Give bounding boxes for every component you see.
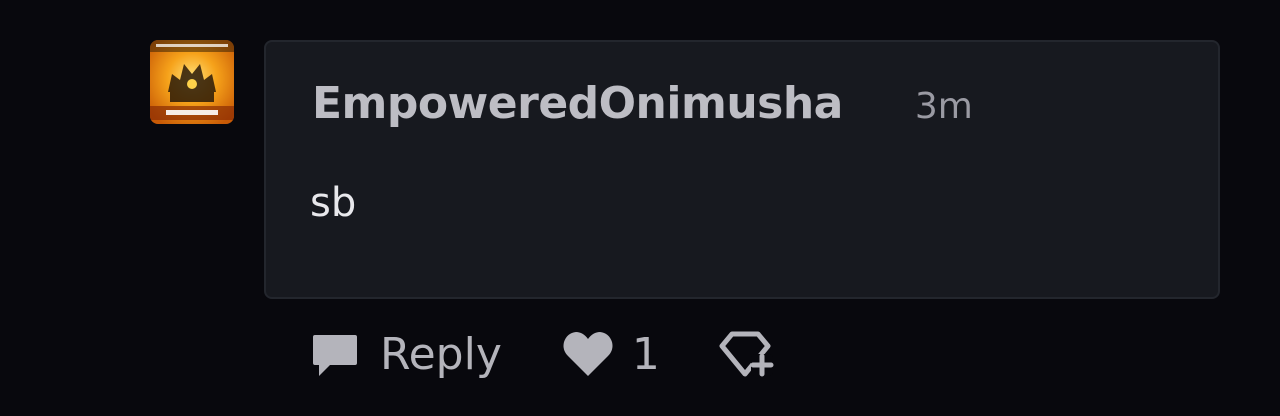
reply-label: Reply: [380, 328, 502, 380]
add-award-tag-icon: [719, 331, 774, 377]
comment-thread: EmpoweredOnimusha 3m sb Reply 1: [0, 0, 1280, 416]
comment-body: sb: [310, 180, 357, 226]
reply-bubble-icon: [313, 335, 357, 376]
comment-timestamp[interactable]: 3m: [915, 86, 973, 127]
like-button[interactable]: 1: [562, 329, 660, 380]
add-award-button[interactable]: [718, 328, 776, 380]
avatar[interactable]: [150, 40, 234, 124]
reply-button[interactable]: Reply: [310, 329, 502, 380]
heart-icon: [563, 332, 613, 376]
like-count: 1: [631, 328, 660, 380]
comment-author[interactable]: EmpoweredOnimusha: [312, 78, 843, 129]
comment-header: EmpoweredOnimusha 3m: [312, 78, 973, 129]
comment-actions: Reply 1: [310, 326, 776, 382]
avatar-image: [150, 40, 234, 124]
comment-card: EmpoweredOnimusha 3m sb: [264, 40, 1220, 299]
